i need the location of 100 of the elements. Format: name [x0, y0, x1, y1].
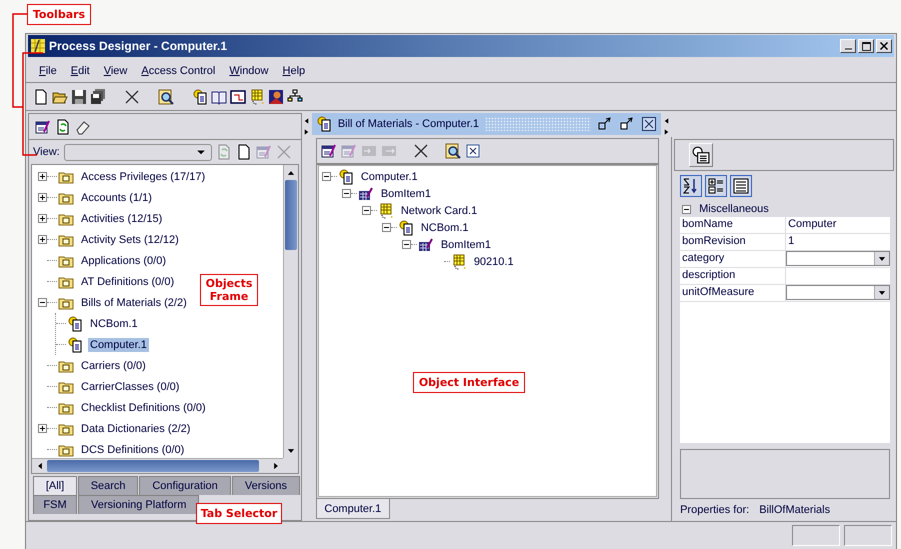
tree-item[interactable]: DCS Definitions (0/0) — [79, 442, 186, 456]
tree-item[interactable]: NCBom.1 — [88, 316, 140, 330]
edit-icon[interactable] — [320, 143, 337, 159]
tree-item[interactable]: Accounts (1/1) — [79, 190, 154, 204]
save-all-icon[interactable] — [90, 88, 106, 104]
collapse-icon[interactable] — [38, 298, 47, 307]
tree-item[interactable]: BomItem1 — [378, 186, 433, 200]
scrollbar[interactable] — [283, 165, 298, 458]
undock-icon[interactable] — [597, 116, 614, 132]
tree-item[interactable]: Carriers (0/0) — [79, 358, 148, 372]
expand-icon[interactable] — [38, 235, 47, 244]
tab[interactable]: FSM — [33, 495, 77, 514]
document-icon — [316, 116, 332, 132]
document-icon — [398, 220, 414, 236]
expand-icon[interactable] — [38, 172, 47, 181]
status-panel — [792, 525, 840, 546]
drag-handle[interactable] — [485, 117, 592, 131]
property-dropdown[interactable] — [786, 285, 890, 300]
refresh-icon[interactable] — [55, 118, 71, 134]
tree-item[interactable]: Checklist Definitions (0/0) — [79, 400, 208, 414]
list-icon — [733, 178, 750, 194]
collapse-icon[interactable] — [682, 204, 692, 214]
delete-icon[interactable] — [412, 143, 429, 159]
menu-item[interactable]: Edit — [64, 64, 97, 76]
expand-icon[interactable] — [38, 193, 47, 202]
eraser-icon[interactable] — [75, 118, 91, 134]
close-icon[interactable] — [464, 143, 481, 159]
menu-item[interactable]: Window — [222, 64, 276, 76]
delete-icon[interactable] — [124, 88, 140, 104]
scrollbar[interactable] — [32, 458, 283, 473]
tree-item[interactable]: Computer.1 — [88, 338, 149, 352]
callout-label: Objects Frame — [200, 274, 258, 306]
properties-button[interactable] — [689, 143, 714, 167]
menu-item[interactable]: File — [32, 64, 64, 76]
property-value[interactable]: Computer — [786, 217, 890, 233]
tree-item[interactable]: Network Card.1 — [398, 204, 480, 218]
property-value[interactable]: 1 — [786, 234, 890, 250]
tree-item[interactable]: Access Privileges (17/17) — [79, 170, 208, 184]
minimize-button[interactable] — [840, 39, 856, 53]
tab[interactable]: Search — [78, 476, 138, 495]
edit-icon[interactable] — [35, 118, 51, 134]
expand-icon[interactable] — [38, 424, 47, 433]
tree-item[interactable]: Bills of Materials (2/2) — [79, 296, 189, 310]
tree-item[interactable]: AT Definitions (0/0) — [79, 274, 176, 288]
callout-label: Toolbars — [27, 4, 91, 25]
tab[interactable]: Configuration — [139, 476, 231, 495]
collapse-icon[interactable] — [382, 223, 391, 232]
app-icon — [30, 38, 46, 54]
scrollbar-thumb[interactable] — [47, 460, 259, 472]
document-icon[interactable] — [192, 88, 208, 104]
document-icon — [67, 316, 83, 332]
tree-item[interactable]: Data Dictionaries (2/2) — [79, 422, 192, 436]
collapse-icon[interactable] — [362, 206, 371, 215]
close-icon[interactable] — [641, 116, 658, 132]
tree-item[interactable]: NCBom.1 — [418, 220, 470, 234]
tree-list-icon — [708, 178, 724, 194]
section-title: Miscellaneous — [699, 203, 769, 215]
edit-icon — [358, 186, 374, 202]
tree-item[interactable]: Computer.1 — [358, 170, 420, 184]
menu-item[interactable]: Help — [276, 64, 312, 76]
edit-icon — [418, 236, 434, 252]
categories-button[interactable] — [705, 175, 728, 197]
document-icon — [338, 168, 354, 184]
save-icon[interactable] — [71, 88, 87, 104]
lightbulb-list-icon — [692, 146, 710, 164]
tab[interactable]: Versions — [232, 476, 300, 495]
tab[interactable]: [All] — [33, 476, 77, 495]
list-button[interactable] — [730, 175, 752, 197]
window-title: Process Designer - Computer.1 — [49, 39, 228, 53]
tab[interactable]: Versioning Platform — [78, 495, 200, 514]
menu-item[interactable]: View — [96, 64, 134, 76]
search-icon[interactable] — [158, 88, 174, 104]
tree-item[interactable]: BomItem1 — [438, 238, 493, 252]
new-document-icon[interactable] — [236, 144, 252, 160]
tab[interactable]: Computer.1 — [316, 499, 390, 519]
menu-item[interactable]: Access Control — [134, 64, 222, 76]
tree-item[interactable]: 90210.1 — [472, 254, 516, 268]
book-icon[interactable] — [211, 88, 227, 104]
collapse-icon[interactable] — [342, 189, 351, 198]
sort-button[interactable] — [680, 175, 702, 197]
undock-icon[interactable] — [619, 116, 636, 132]
tree-item[interactable]: CarrierClasses (0/0) — [79, 380, 182, 394]
tree-item[interactable]: Activity Sets (12/12) — [79, 232, 181, 246]
footer-value: BillOfMaterials — [759, 504, 830, 516]
image-icon[interactable] — [268, 88, 284, 104]
scrollbar-thumb[interactable] — [285, 180, 297, 250]
collapse-icon[interactable] — [322, 172, 331, 181]
view-label: View: — [33, 146, 60, 158]
close-button[interactable] — [876, 39, 892, 53]
expand-icon[interactable] — [38, 214, 47, 223]
tree-item[interactable]: Activities (12/15) — [79, 212, 164, 226]
new-document-icon[interactable] — [33, 88, 49, 104]
search-icon[interactable] — [444, 143, 461, 159]
tree-item[interactable]: Applications (0/0) — [79, 254, 168, 268]
window-icon[interactable] — [230, 88, 246, 104]
collapse-icon[interactable] — [402, 240, 411, 249]
maximize-button[interactable] — [858, 39, 874, 53]
property-dropdown[interactable] — [786, 251, 890, 266]
grid-icon[interactable] — [249, 88, 265, 104]
hierarchy-icon[interactable] — [287, 88, 303, 104]
